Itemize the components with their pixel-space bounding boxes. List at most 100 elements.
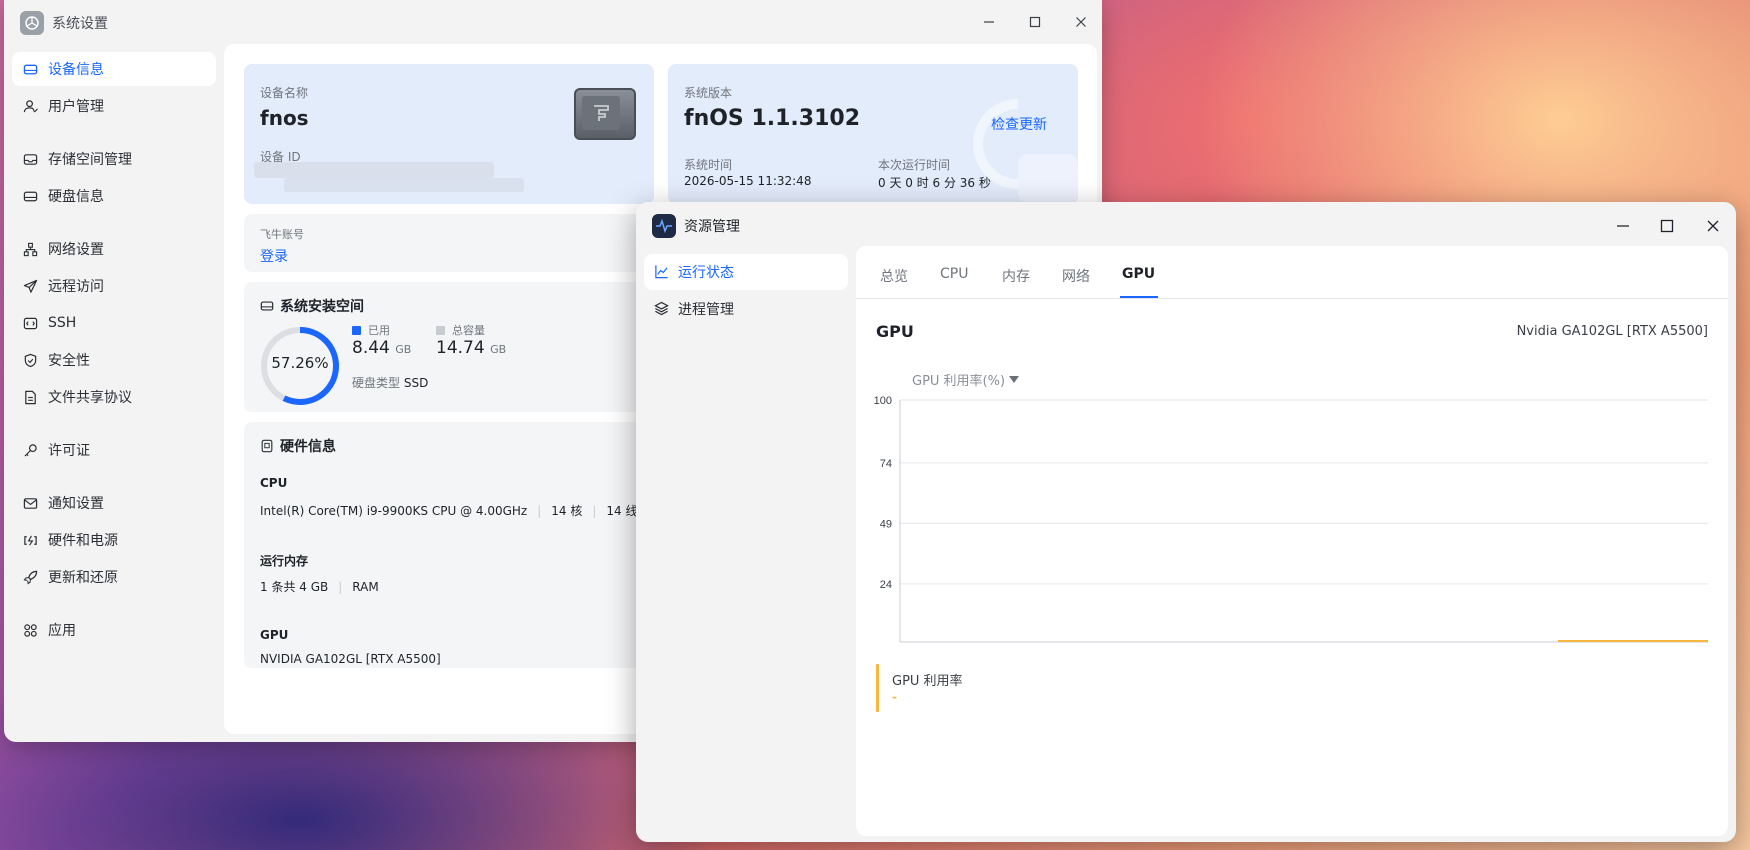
sidebar-item-label: 更新和还原 [48,570,118,586]
y-tick-label: 24 [880,579,892,591]
sidebar-item-notifications[interactable]: 通知设置 [12,486,216,520]
y-tick-label: 49 [880,518,892,530]
sidebar-item-storage[interactable]: 存储空间管理 [12,142,216,176]
sidebar-item-label: 网络设置 [48,242,104,258]
sidebar-item-apps[interactable]: 应用 [12,613,216,647]
sidebar-item-label: SSH [48,315,77,331]
storage-icon [22,151,38,167]
send-icon [22,278,38,294]
sidebar-item-label: 文件共享协议 [48,390,132,406]
system-version-card: 系统版本 fnOS 1.1.3102 检查更新 系统时间 2026-05-15 … [668,64,1078,204]
uptime-label: 本次运行时间 [878,158,951,172]
sidebar-item-file-share[interactable]: 文件共享协议 [12,380,216,414]
maximize-button[interactable] [1022,10,1048,34]
gpu-utilization-chart: 24 49 74 100 [874,395,1708,643]
sidebar-item-label: 硬盘信息 [48,189,104,205]
sidebar-item-update-restore[interactable]: 更新和还原 [12,560,216,594]
shield-icon [22,352,38,368]
sidebar-item-process-management[interactable]: 进程管理 [644,291,848,327]
hardware-info-header: 硬件信息 [260,436,336,456]
total-value: 14.74 [436,338,485,358]
legend-color-bar [876,664,879,712]
sidebar-item-label: 许可证 [48,443,90,459]
disk-type-row: 硬盘类型 SSD [352,374,428,391]
install-space-header: 系统安装空间 [260,296,364,316]
tab-gpu[interactable]: GPU [1122,266,1155,282]
tab-network[interactable]: 网络 [1062,266,1090,286]
total-value-row: 14.74 GB [436,338,506,358]
gpu-label: GPU [260,628,289,642]
memory-info-row: 1 条共 4 GB | RAM [260,579,379,595]
sidebar-item-security[interactable]: 安全性 [12,343,216,377]
tab-overview[interactable]: 总览 [880,266,908,286]
close-button[interactable] [1700,214,1726,238]
settings-titlebar: 系统设置 [4,0,1102,44]
used-value-row: 8.44 GB [352,338,411,358]
gpu-model: Nvidia GA102GL [RTX A5500] [1516,324,1708,339]
user-icon [22,98,38,114]
sidebar-item-label: 硬件和电源 [48,533,118,549]
resource-app-icon [652,214,676,238]
used-value: 8.44 [352,338,390,358]
system-version: fnOS 1.1.3102 [684,106,860,131]
ssh-icon [22,315,38,331]
login-link[interactable]: 登录 [260,246,288,266]
sidebar-item-label: 进程管理 [678,302,734,318]
memory-type: RAM [352,579,379,594]
maximize-button[interactable] [1654,214,1680,238]
minimize-button[interactable] [1610,214,1636,238]
minimize-button[interactable] [976,10,1002,34]
legend-label: GPU 利用率 [892,674,963,689]
legend-value: - [892,690,897,704]
sidebar-item-label: 安全性 [48,353,90,369]
cpu-model: Intel(R) Core(TM) i9-9900KS CPU @ 4.00GH… [260,503,528,518]
key-icon [22,442,38,458]
y-tick-label: 74 [880,458,892,470]
disk-icon [22,188,38,204]
layers-icon [654,301,670,317]
sidebar-item-hardware-power[interactable]: 硬件和电源 [12,523,216,557]
sidebar-item-user-management[interactable]: 用户管理 [12,89,216,123]
system-time: 2026-05-15 11:32:48 [684,174,812,188]
used-legend-swatch [352,326,361,335]
close-button[interactable] [1068,10,1094,34]
resource-main-panel: 总览 CPU 内存 网络 GPU GPU Nvidia GA102GL [RTX… [856,246,1728,836]
sidebar-item-license[interactable]: 许可证 [12,433,216,467]
usage-donut: 57.26% [258,324,342,408]
total-label: 总容量 [452,324,485,337]
cpu-cores: 14 核 [551,504,583,518]
sidebar-item-run-status[interactable]: 运行状态 [644,254,848,290]
tab-memory[interactable]: 内存 [1002,266,1030,286]
sidebar-item-remote-access[interactable]: 远程访问 [12,269,216,303]
tab-divider [856,298,1728,299]
sidebar-item-ssh[interactable]: SSH [12,306,216,340]
used-unit: GB [395,343,412,356]
y-tick-label: 100 [874,395,892,407]
sidebar-item-disk-info[interactable]: 硬盘信息 [12,179,216,213]
device-icon [22,61,38,77]
device-name-label: 设备名称 [260,86,309,100]
power-icon [22,532,38,548]
device-name: fnos [260,106,309,130]
tab-cpu[interactable]: CPU [940,266,968,282]
settings-app-icon [20,11,44,35]
sidebar-item-label: 存储空间管理 [48,152,132,168]
usage-percent: 57.26% [271,354,329,372]
resource-window-title: 资源管理 [684,219,740,235]
fnos-watermark-logo [973,99,1078,204]
network-icon [22,241,38,257]
gpu-value: NVIDIA GA102GL [RTX A5500] [260,652,441,666]
sidebar-item-label: 用户管理 [48,99,104,115]
device-name-card: 设备名称 fnos 设备 ID [244,64,654,204]
apps-icon [22,622,38,638]
device-id-redacted [254,162,494,178]
sidebar-item-network[interactable]: 网络设置 [12,232,216,266]
hardware-icon [260,439,274,453]
sidebar-item-label: 通知设置 [48,496,104,512]
account-label: 飞牛账号 [260,228,304,241]
nas-device-icon [574,88,636,140]
cpu-label: CPU [260,476,288,490]
sidebar-item-label: 远程访问 [48,279,104,295]
sidebar-item-label: 运行状态 [678,265,734,281]
sidebar-item-device-info[interactable]: 设备信息 [12,52,216,86]
